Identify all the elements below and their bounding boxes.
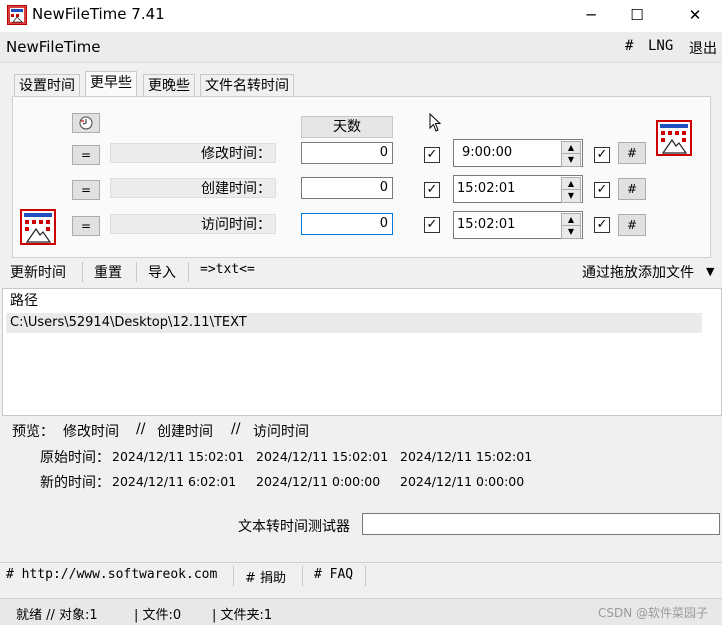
clock-icon-button[interactable] [72,113,100,133]
preview-separator: // [136,421,146,437]
equals-button-modify[interactable]: = [72,145,100,165]
status-files: | 文件:0 [134,608,182,623]
maximize-button[interactable]: ☐ [614,0,660,30]
chevron-down-icon[interactable]: ▼ [706,265,714,278]
status-folders: | 文件夹:1 [212,608,273,623]
new-time-label: 新的时间： [40,475,110,491]
modify-spin-down[interactable]: ▼ [561,153,581,167]
create-days-input[interactable]: 0 [301,177,393,199]
close-button[interactable]: ✕ [672,0,718,30]
reset-button[interactable]: 重置 [94,262,122,282]
original-create-time: 2024/12/11 15:02:01 [256,449,389,464]
app-icon [7,5,27,25]
new-create-time: 2024/12/11 0:00:00 [256,474,381,489]
menu-item-hash[interactable]: # [625,38,633,54]
access-days-input[interactable]: 0 [301,213,393,235]
tab-set-time[interactable]: 设置时间 [14,74,80,97]
modify-time-value: 9:00:00 [462,145,513,160]
preview-separator: // [231,421,241,437]
equals-button-access[interactable]: = [72,216,100,236]
import-button[interactable]: 导入 [148,262,176,282]
access-spin-down[interactable]: ▼ [561,225,581,239]
modify-time-checkbox[interactable]: ✓ [594,147,610,163]
modify-hash-button[interactable]: # [618,142,646,164]
original-modify-time: 2024/12/11 15:02:01 [112,449,245,464]
access-time-checkbox[interactable]: ✓ [594,217,610,233]
days-header: 天数 [301,116,393,138]
preview-col-modify: 修改时间 [63,424,119,440]
access-time-label: 访问时间： [110,214,276,234]
status-ready: 就绪 // 对象:1 [16,608,98,623]
create-spin-down[interactable]: ▼ [561,189,581,203]
link-separator [302,566,303,586]
tab-filename-to-time[interactable]: 文件名转时间 [200,74,294,97]
window-title: NewFileTime 7.41 [32,5,165,23]
toolbar-separator [136,262,137,282]
new-access-time: 2024/12/11 0:00:00 [400,474,525,489]
toolbar-separator [82,262,83,282]
menubar-app-label: NewFileTime [6,38,101,56]
app-logo-icon-left[interactable] [20,209,56,245]
mouse-cursor-icon [429,113,442,132]
donate-link[interactable]: # 捐助 [245,567,286,586]
tab-later[interactable]: 更晚些 [143,74,195,97]
update-time-button[interactable]: 更新时间 [10,262,66,282]
create-time-checkbox[interactable]: ✓ [594,182,610,198]
app-logo-icon-right[interactable] [656,120,692,156]
create-days-checkbox[interactable]: ✓ [424,182,440,198]
menu-item-exit[interactable]: 退出 [689,38,717,58]
access-hash-button[interactable]: # [618,214,646,236]
file-list[interactable] [2,288,722,416]
modify-time-input[interactable]: 9:00:00 ▲ ▼ [453,139,583,167]
faq-link[interactable]: # FAQ [314,567,353,582]
create-time-label: 创建时间： [110,178,276,198]
create-hash-button[interactable]: # [618,178,646,200]
toolbar-separator [188,262,189,282]
equals-button-create[interactable]: = [72,180,100,200]
access-days-checkbox[interactable]: ✓ [424,217,440,233]
modify-days-checkbox[interactable]: ✓ [424,147,440,163]
clock-icon [79,116,93,130]
preview-col-create: 创建时间 [157,424,213,440]
original-time-label: 原始时间： [40,450,110,466]
create-time-value: 15:02:01 [457,181,516,196]
text-to-time-tester-label: 文本转时间测试器 [238,519,350,535]
website-link[interactable]: # http://www.softwareok.com [6,567,217,582]
menu-item-lng[interactable]: LNG [648,38,673,54]
text-to-time-tester-input[interactable] [362,513,720,535]
preview-label: 预览： [12,424,54,440]
export-txt-button[interactable]: =>txt<= [200,262,255,277]
modify-time-label: 修改时间： [110,143,276,163]
list-item-path: C:\Users\52914\Desktop\12.11\TEXT [10,315,247,330]
original-access-time: 2024/12/11 15:02:01 [400,449,533,464]
create-time-input[interactable]: 15:02:01 ▲ ▼ [453,175,583,203]
link-separator [365,566,366,586]
link-separator [233,566,234,586]
new-modify-time: 2024/12/11 6:02:01 [112,474,237,489]
minimize-button[interactable]: ─ [568,0,614,30]
menu-bar [0,32,722,63]
list-header-path[interactable]: 路径 [10,290,38,310]
access-time-value: 15:02:01 [457,217,516,232]
tab-earlier[interactable]: 更早些 [85,71,137,97]
watermark-text: CSDN @软件菜园子 [598,606,709,620]
access-time-input[interactable]: 15:02:01 ▲ ▼ [453,211,583,239]
preview-col-access: 访问时间 [253,424,309,440]
drag-add-files-button[interactable]: 通过拖放添加文件 [582,262,694,282]
modify-days-input[interactable]: 0 [301,142,393,164]
